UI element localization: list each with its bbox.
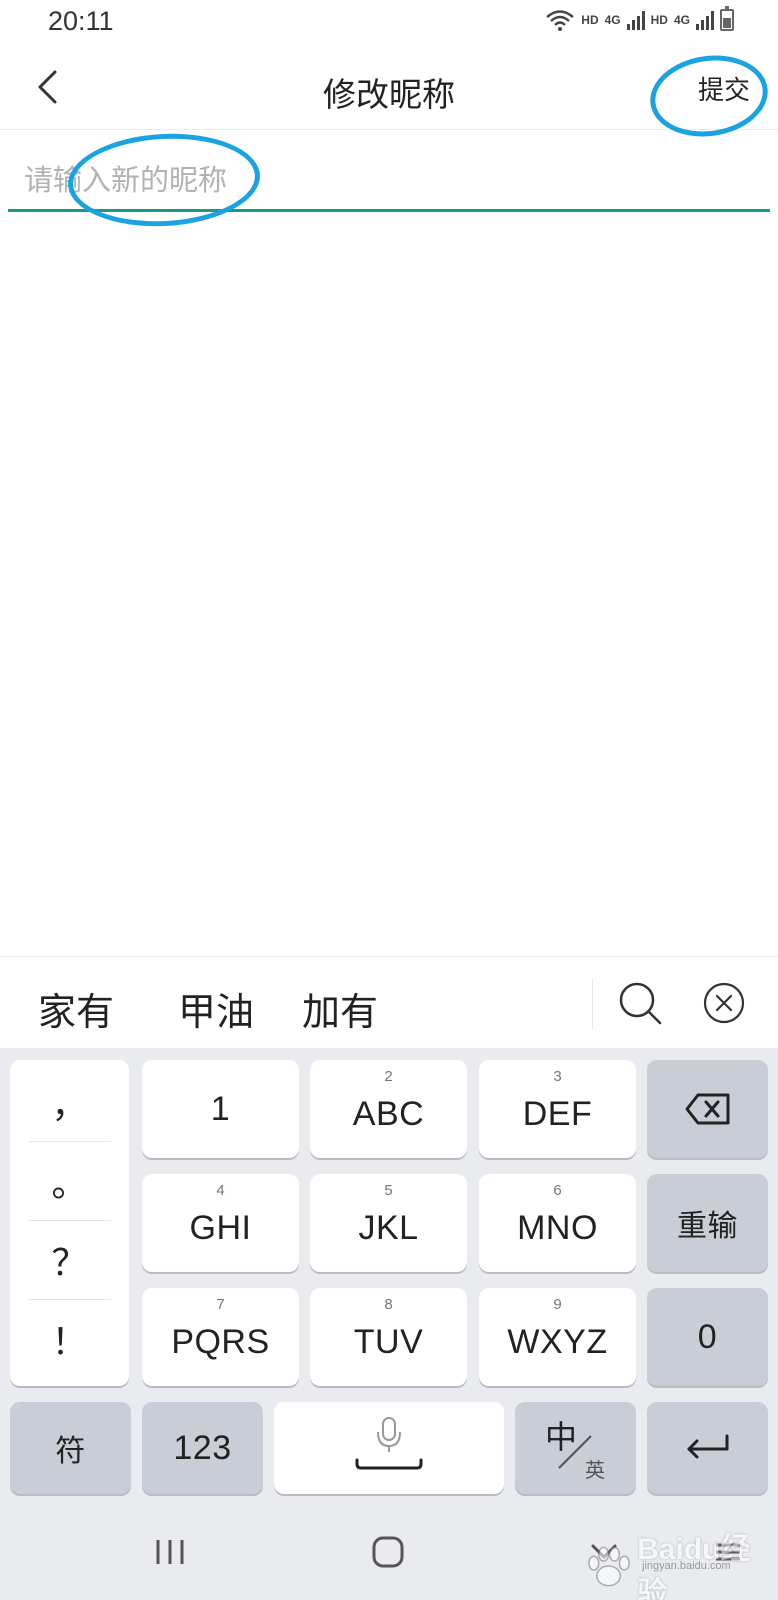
home-button[interactable] — [364, 1528, 412, 1576]
search-icon — [619, 982, 662, 1025]
language-switch-key[interactable]: 中 英 — [515, 1402, 636, 1494]
backspace-key[interactable] — [647, 1060, 768, 1158]
symbol-key[interactable]: 符 — [10, 1402, 131, 1494]
network-type-1: 4G — [604, 13, 621, 27]
key-0[interactable]: 0 — [647, 1288, 768, 1386]
status-time: 20:11 — [48, 6, 114, 36]
page-title: 修改昵称 — [323, 75, 455, 114]
hd-label-2: HD — [650, 13, 668, 27]
key-abc[interactable]: 2 ABC — [310, 1060, 467, 1158]
reset-key[interactable]: 重输 — [647, 1174, 768, 1272]
candidate-word[interactable]: 甲油 — [178, 981, 254, 1036]
lang-secondary: 英 — [585, 1458, 605, 1482]
collapse-keyboard-button[interactable] — [702, 981, 746, 1025]
paw-logo-icon — [588, 1546, 630, 1587]
keyboard: ， 。 ？ ！ 1 2 ABC 3 DEF 4 GHI 5 JKL 6 MNO … — [0, 1048, 778, 1502]
battery-icon — [720, 6, 734, 31]
key-tuv[interactable]: 8 TUV — [310, 1288, 467, 1386]
key-jkl[interactable]: 5 JKL — [310, 1174, 467, 1272]
watermark: Baidu经验 jingyan.baidu.com — [584, 1524, 778, 1600]
space-key[interactable] — [274, 1402, 504, 1494]
backspace-icon — [685, 1093, 729, 1125]
status-icons: HD 4G HD 4G — [545, 6, 734, 32]
candidate-divider — [592, 979, 593, 1029]
watermark-url: jingyan.baidu.com — [642, 1560, 731, 1572]
punctuation-column: ， 。 ？ ！ — [10, 1060, 129, 1386]
network-type-2: 4G — [673, 13, 690, 27]
signal-icon-1 — [626, 10, 645, 30]
key-def[interactable]: 3 DEF — [479, 1060, 636, 1158]
search-button[interactable] — [616, 979, 664, 1027]
punct-key-period[interactable]: 。 — [28, 1141, 111, 1220]
microphone-icon — [355, 1417, 423, 1470]
enter-key[interactable] — [647, 1402, 768, 1494]
submit-button[interactable]: 提交 — [698, 70, 750, 107]
recent-apps-button[interactable] — [146, 1528, 194, 1576]
candidate-word[interactable]: 家有 — [38, 981, 114, 1036]
nickname-input[interactable] — [8, 150, 770, 212]
key-pqrs[interactable]: 7 PQRS — [142, 1288, 299, 1386]
home-icon — [372, 1536, 404, 1568]
hd-label-1: HD — [581, 13, 599, 27]
nav-bar: 修改昵称 提交 — [0, 48, 778, 130]
recent-apps-icon — [156, 1540, 184, 1564]
key-1[interactable]: 1 — [142, 1060, 299, 1158]
punct-key-exclamation[interactable]: ！ — [28, 1299, 111, 1378]
key-mno[interactable]: 6 MNO — [479, 1174, 636, 1272]
candidate-bar: 家有 甲油 加有 — [0, 956, 778, 1048]
key-wxyz[interactable]: 9 WXYZ — [479, 1288, 636, 1386]
signal-icon-2 — [696, 10, 714, 30]
key-ghi[interactable]: 4 GHI — [142, 1174, 299, 1272]
enter-icon — [687, 1434, 728, 1459]
status-bar: 20:11 HD 4G HD 4G — [0, 0, 778, 48]
close-circle-icon — [703, 982, 745, 1024]
number-mode-key[interactable]: 123 — [142, 1402, 263, 1494]
punct-key-question[interactable]: ？ — [28, 1220, 111, 1299]
candidate-word[interactable]: 加有 — [302, 981, 378, 1036]
wifi-icon — [546, 10, 575, 31]
punct-key-comma[interactable]: ， — [28, 1062, 111, 1141]
